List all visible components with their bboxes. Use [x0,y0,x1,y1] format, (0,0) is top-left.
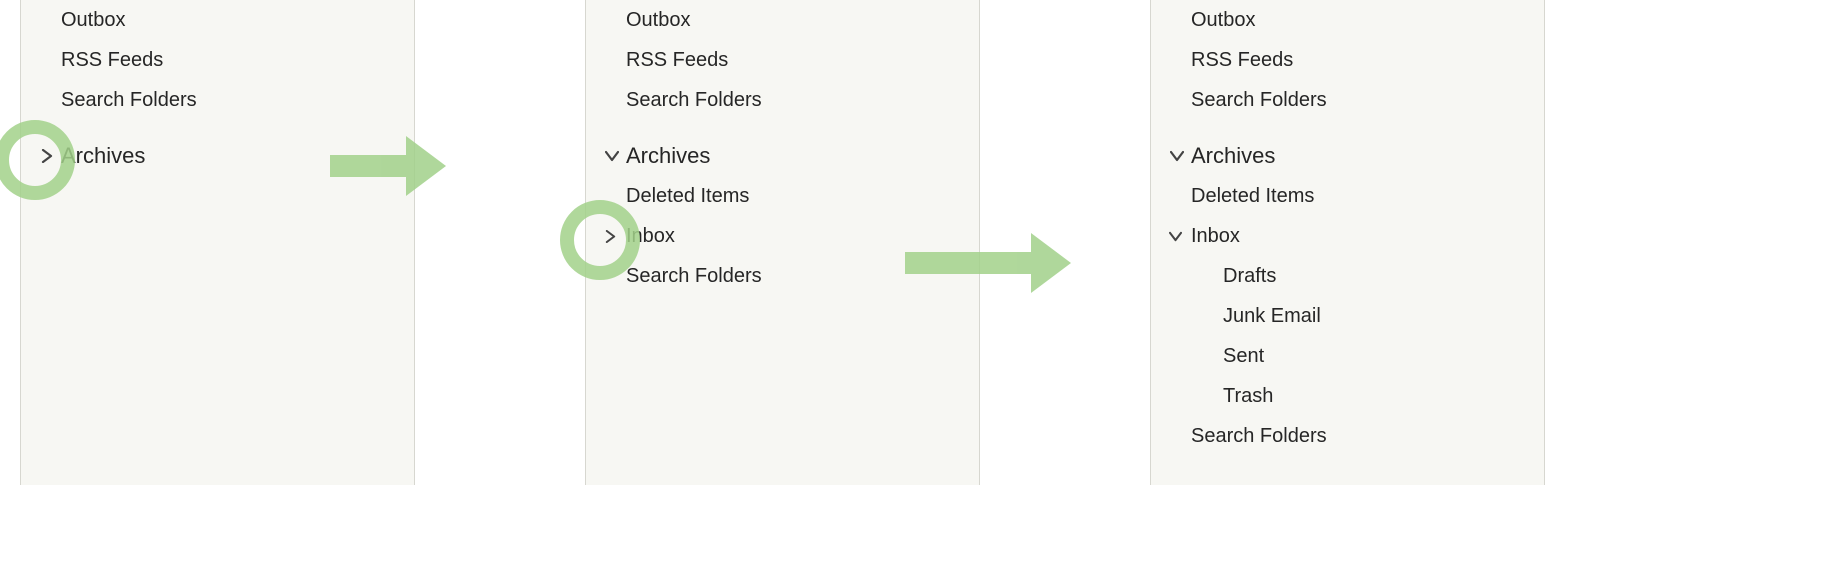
folder-label: Drafts [1151,256,1276,296]
folder-search-folders-archive[interactable]: Search Folders [1151,416,1544,456]
folder-sent[interactable]: Sent [1151,336,1544,376]
folder-label: Inbox [1151,216,1240,256]
folder-label: Sent [1151,336,1264,376]
folder-label: Deleted Items [1151,176,1314,216]
group-label: Archives [586,136,710,176]
group-archives[interactable]: Archives [21,136,414,176]
spacer [586,120,979,136]
folder-drafts[interactable]: Drafts [1151,256,1544,296]
folder-label: Outbox [1151,0,1255,40]
group-label: Archives [1151,136,1275,176]
nav-panel-2: Outbox RSS Feeds Search Folders Archives… [585,0,980,485]
folder-label: Junk Email [1151,296,1321,336]
nav-panel-3: Outbox RSS Feeds Search Folders Archives… [1150,0,1545,485]
folder-inbox[interactable]: Inbox [586,216,979,256]
folder-search-folders-archive[interactable]: Search Folders [586,256,979,296]
nav-panel-1: Outbox RSS Feeds Search Folders Archives [20,0,415,485]
folder-label: Outbox [21,0,125,40]
folder-outbox[interactable]: Outbox [21,0,414,40]
folder-rss-feeds[interactable]: RSS Feeds [21,40,414,80]
spacer [21,120,414,136]
folder-rss-feeds[interactable]: RSS Feeds [586,40,979,80]
folder-outbox[interactable]: Outbox [586,0,979,40]
spacer [1151,120,1544,136]
folder-label: RSS Feeds [21,40,163,80]
folder-label: Inbox [586,216,675,256]
folder-outbox[interactable]: Outbox [1151,0,1544,40]
group-label: Archives [21,136,145,176]
folder-search-folders[interactable]: Search Folders [586,80,979,120]
group-archives[interactable]: Archives [1151,136,1544,176]
diagram-stage: Outbox RSS Feeds Search Folders Archives… [0,0,1847,571]
folder-label: Search Folders [1151,416,1327,456]
folder-label: Search Folders [21,80,197,120]
folder-label: RSS Feeds [586,40,728,80]
folder-label: Outbox [586,0,690,40]
folder-junk-email[interactable]: Junk Email [1151,296,1544,336]
folder-search-folders[interactable]: Search Folders [21,80,414,120]
group-archives[interactable]: Archives [586,136,979,176]
folder-label: Trash [1151,376,1273,416]
folder-deleted-items[interactable]: Deleted Items [1151,176,1544,216]
folder-rss-feeds[interactable]: RSS Feeds [1151,40,1544,80]
folder-label: Deleted Items [586,176,749,216]
folder-inbox[interactable]: Inbox [1151,216,1544,256]
folder-search-folders[interactable]: Search Folders [1151,80,1544,120]
folder-label: Search Folders [1151,80,1327,120]
folder-deleted-items[interactable]: Deleted Items [586,176,979,216]
folder-label: Search Folders [586,256,762,296]
folder-label: Search Folders [586,80,762,120]
folder-trash[interactable]: Trash [1151,376,1544,416]
folder-label: RSS Feeds [1151,40,1293,80]
